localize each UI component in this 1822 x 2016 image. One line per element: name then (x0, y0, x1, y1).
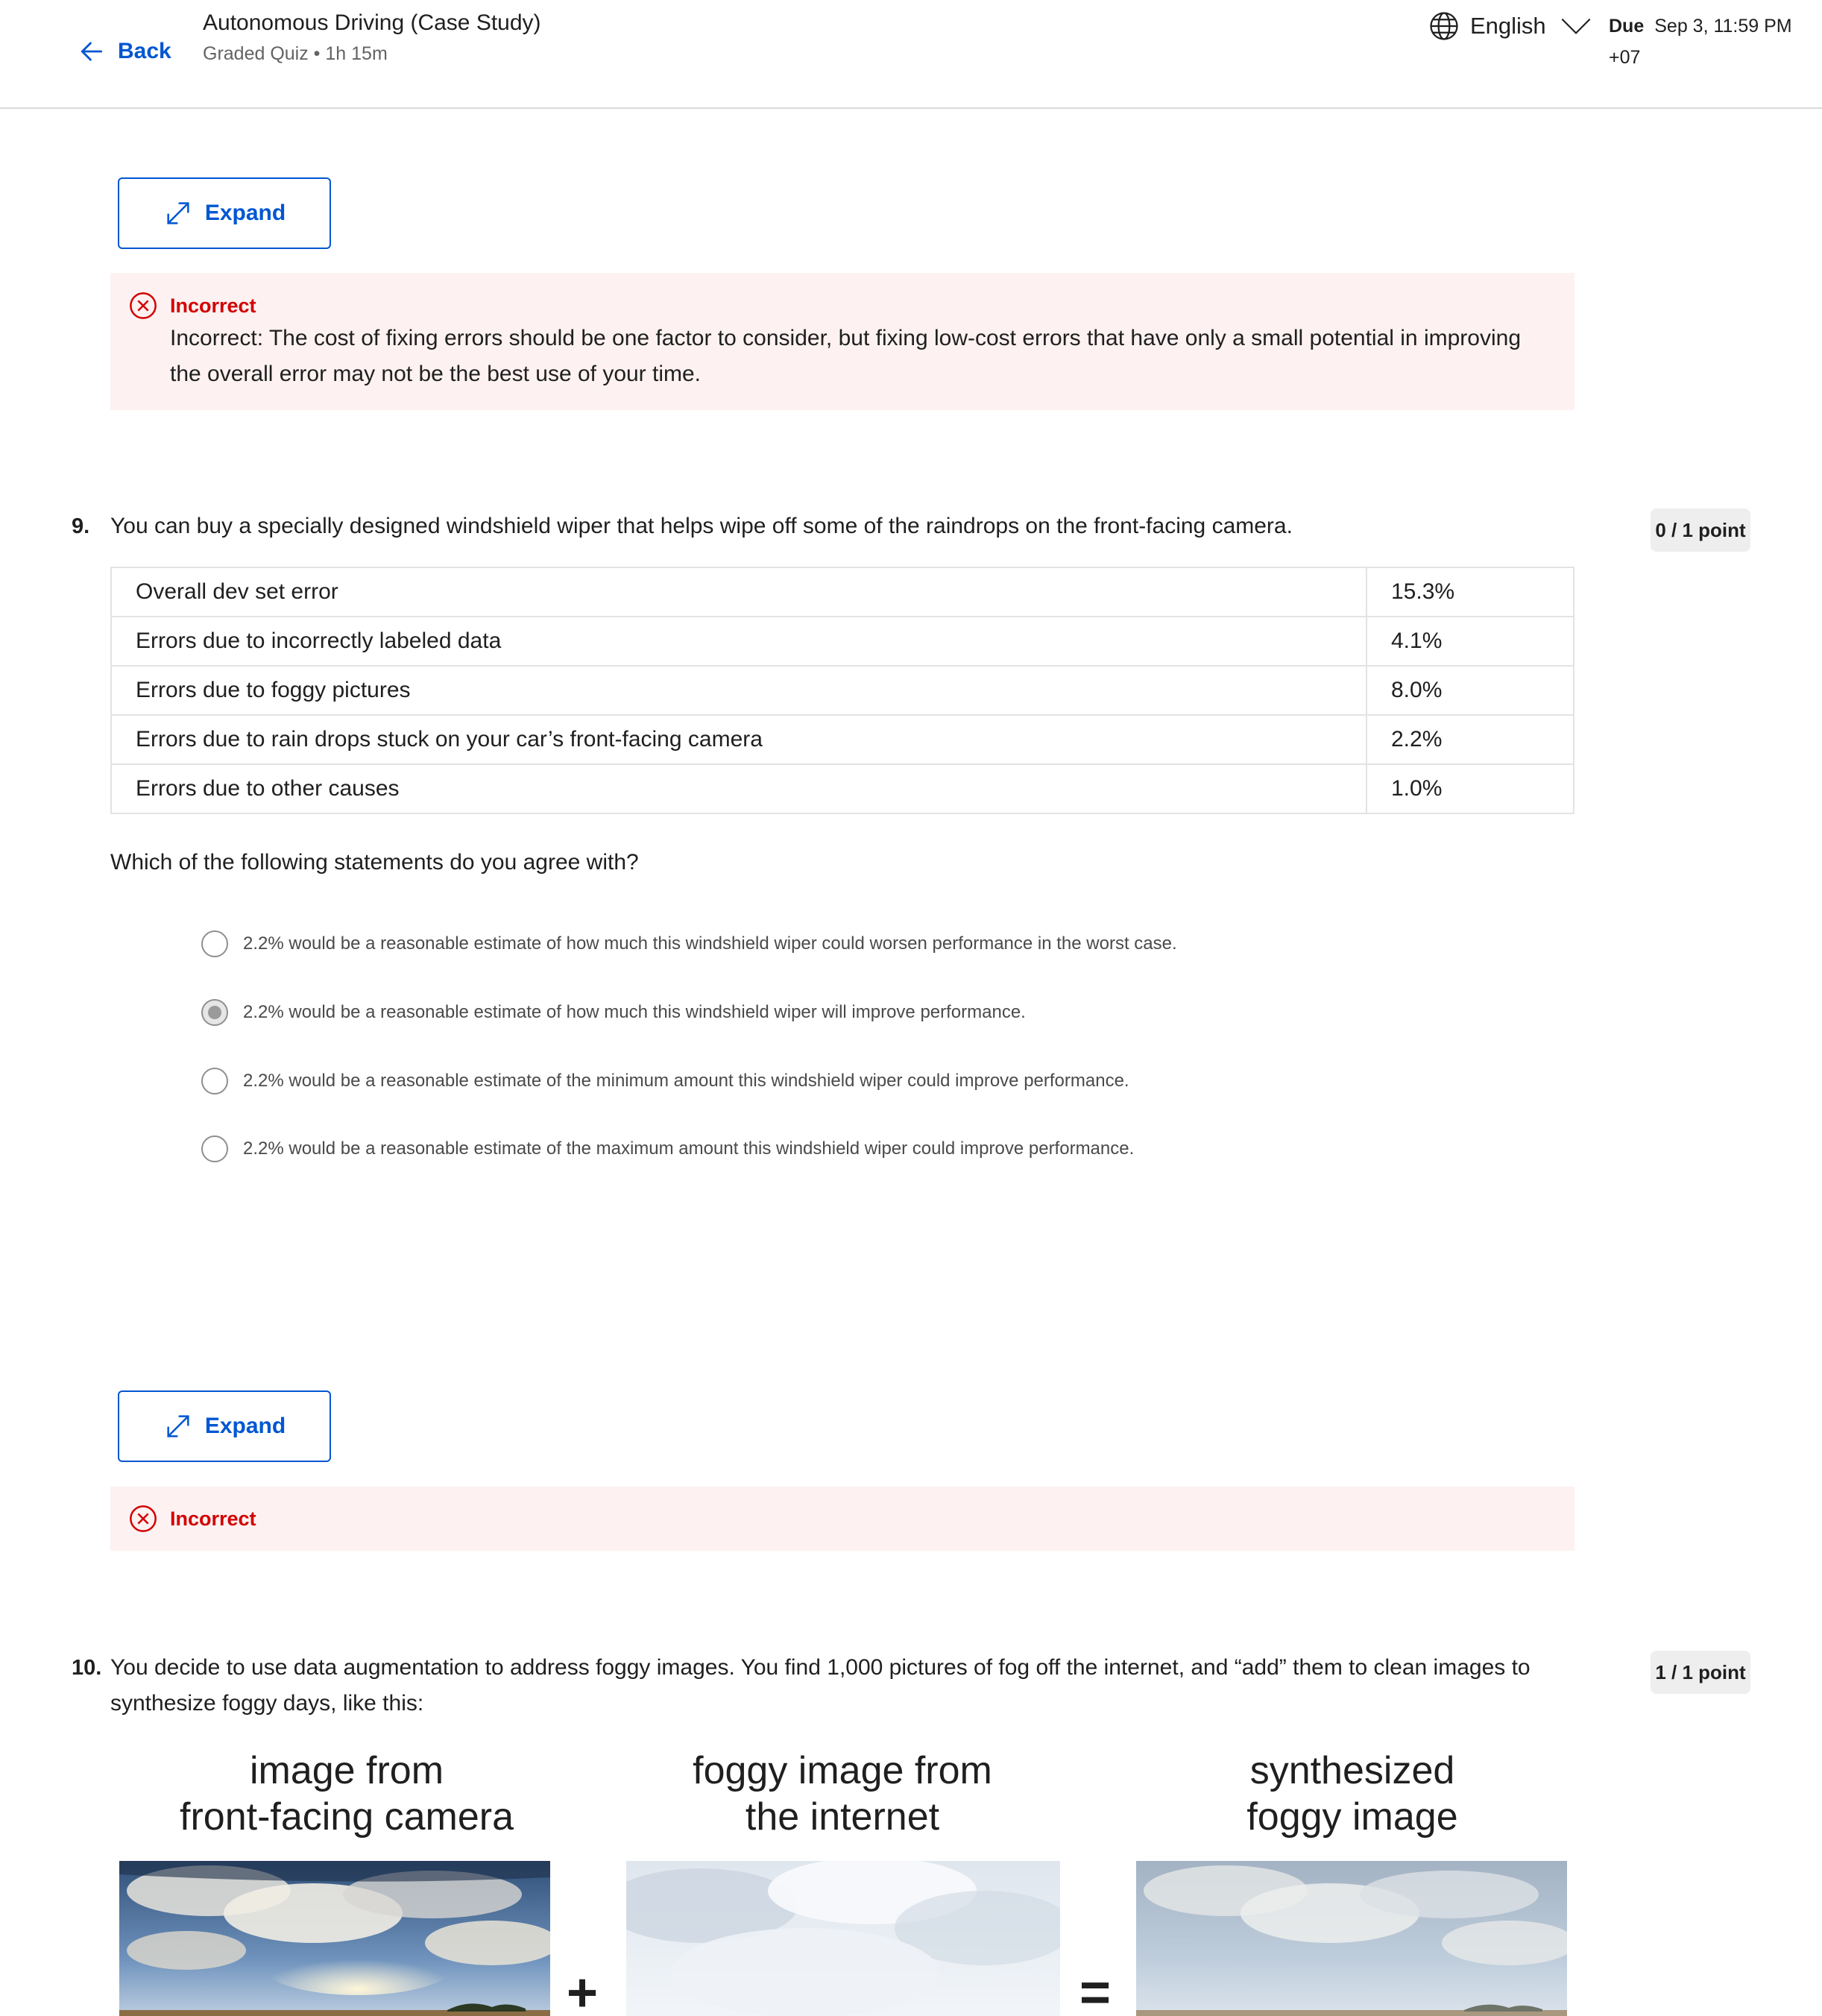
expand-label: Expand (204, 1414, 286, 1438)
feedback-header: Incorrect (128, 291, 256, 321)
table-cell-value: 2.2% (1366, 714, 1574, 765)
question-prompt: Which of the following statements do you… (110, 850, 639, 875)
caption-line: image from (249, 1749, 444, 1792)
table-cell-label: Overall dev set error (110, 567, 1367, 617)
language-label: English (1470, 13, 1546, 39)
camera-image-art (119, 1861, 550, 2016)
feedback-status: Incorrect (170, 294, 256, 317)
answer-option[interactable]: 2.2% would be a reasonable estimate of h… (201, 999, 1026, 1026)
radio-button[interactable] (201, 1068, 228, 1094)
question-text: You decide to use data augmentation to a… (110, 1655, 1531, 1716)
option-label: 2.2% would be a reasonable estimate of t… (243, 1138, 1135, 1159)
table-cell-value: 4.1% (1366, 616, 1574, 667)
synthesized-image (1136, 1861, 1567, 2016)
globe-icon (1430, 12, 1458, 40)
fog-image (626, 1861, 1060, 2016)
feedback-status: Incorrect (170, 1507, 256, 1530)
feedback-header: Incorrect (128, 1504, 256, 1534)
table-cell-label: Errors due to foggy pictures (110, 665, 1367, 716)
error-circle-icon (130, 1505, 157, 1532)
due-label: Due (1609, 16, 1645, 37)
table-row: Errors due to foggy pictures 8.0% (110, 665, 1574, 716)
table-row: Overall dev set error 15.3% (110, 567, 1574, 617)
option-label: 2.2% would be a reasonable estimate of t… (243, 1071, 1129, 1091)
error-table: Overall dev set error 15.3% Errors due t… (110, 567, 1574, 814)
image-caption: foggy image from the internet (626, 1748, 1059, 1840)
table-cell-label: Errors due to incorrectly labeled data (110, 616, 1367, 667)
synthesized-image-art (1136, 1861, 1567, 2016)
table-cell-value: 1.0% (1366, 763, 1574, 814)
chevron-down-icon (1561, 18, 1591, 34)
back-label: Back (118, 39, 171, 63)
image-caption: synthesized foggy image (1136, 1748, 1569, 1840)
question-number: 9. (72, 514, 90, 538)
points-badge: 1 / 1 point (1651, 1651, 1750, 1694)
answer-option[interactable]: 2.2% would be a reasonable estimate of t… (201, 1068, 1129, 1094)
question-text: You can buy a specially designed windshi… (110, 514, 1293, 538)
answer-options: 2.2% would be a reasonable estimate of h… (115, 910, 1574, 1335)
caption-line: foggy image (1246, 1795, 1458, 1839)
expand-button[interactable]: Expand (118, 1390, 331, 1462)
answer-option[interactable]: 2.2% would be a reasonable estimate of t… (201, 1135, 1134, 1162)
due-info: Due Sep 3, 11:59 PM +07 (1609, 10, 1792, 73)
table-row: Errors due to other causes 1.0% (110, 763, 1574, 814)
caption-line: synthesized (1249, 1749, 1455, 1792)
language-selector[interactable]: English (1428, 10, 1591, 42)
expand-arrows-icon (167, 202, 189, 224)
equals-sign: = (1079, 1963, 1112, 2016)
camera-image (119, 1861, 550, 2016)
course-subtitle: Graded Quiz • 1h 15m (203, 43, 388, 64)
back-button[interactable]: Back (78, 37, 171, 66)
due-timezone: +07 (1609, 47, 1641, 68)
expand-arrows-icon (167, 1415, 189, 1437)
caption-line: foggy image from (693, 1749, 992, 1792)
expand-button[interactable]: Expand (118, 177, 331, 249)
plus-sign: + (567, 1963, 599, 2016)
feedback-text: Incorrect: The cost of fixing errors sho… (170, 326, 1521, 386)
answer-option[interactable]: 2.2% would be a reasonable estimate of h… (201, 930, 1177, 957)
table-cell-label: Errors due to rain drops stuck on your c… (110, 714, 1367, 765)
question-number: 10. (72, 1656, 102, 1680)
arrow-left-icon (81, 42, 103, 61)
fog-image-art (626, 1861, 1060, 2016)
table-cell-value: 15.3% (1366, 567, 1574, 617)
course-title: Autonomous Driving (Case Study) (203, 10, 541, 35)
feedback-box: Incorrect (110, 1487, 1574, 1551)
table-cell-value: 8.0% (1366, 665, 1574, 716)
expand-label: Expand (204, 201, 286, 225)
due-date: Sep 3, 11:59 PM (1654, 16, 1792, 37)
quiz-header: Back Autonomous Driving (Case Study) Gra… (0, 0, 1822, 109)
table-row: Errors due to rain drops stuck on your c… (110, 714, 1574, 765)
radio-button[interactable] (201, 1135, 228, 1162)
option-label: 2.2% would be a reasonable estimate of h… (243, 1002, 1026, 1022)
radio-button-selected[interactable] (201, 999, 228, 1026)
image-caption: image from front-facing camera (119, 1748, 574, 1840)
option-label: 2.2% would be a reasonable estimate of h… (243, 933, 1177, 954)
radio-button[interactable] (201, 930, 228, 957)
caption-line: front-facing camera (180, 1795, 514, 1839)
caption-line: the internet (745, 1795, 940, 1839)
table-row: Errors due to incorrectly labeled data 4… (110, 616, 1574, 667)
points-badge: 0 / 1 point (1651, 508, 1750, 552)
table-cell-label: Errors due to other causes (110, 763, 1367, 814)
feedback-box: Incorrect Incorrect: The cost of fixing … (110, 273, 1574, 410)
error-circle-icon (130, 292, 157, 319)
